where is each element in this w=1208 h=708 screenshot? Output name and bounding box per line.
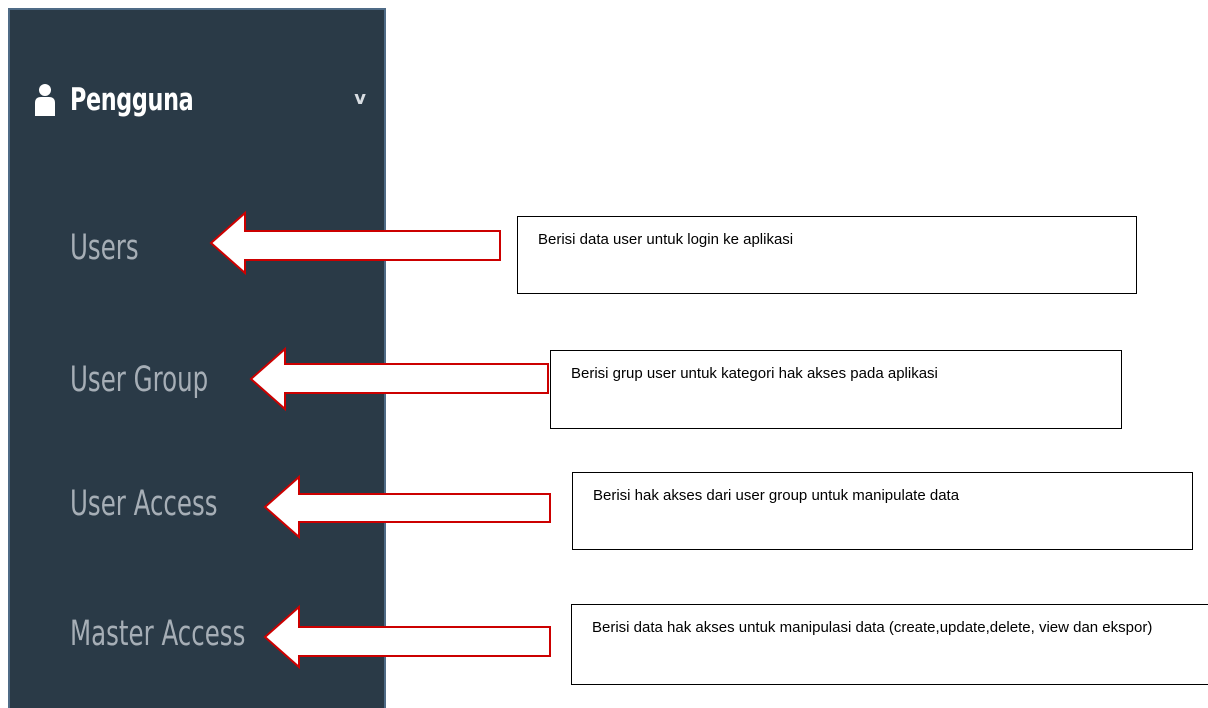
sidebar-item-users[interactable]: Users [70, 228, 139, 278]
sidebar-item-master-access[interactable]: Master Access [70, 614, 245, 664]
arrow-master-access [263, 604, 551, 670]
chevron-down-icon[interactable]: v [354, 88, 366, 109]
arrow-user-group [249, 346, 549, 412]
callout-master-access: Berisi data hak akses untuk manipulasi d… [571, 604, 1208, 685]
sidebar-item-user-access[interactable]: User Access [70, 484, 218, 534]
user-icon [35, 84, 55, 116]
arrow-user-access [263, 474, 551, 540]
sidebar-group-pengguna[interactable]: Pengguna v [34, 70, 374, 130]
arrow-users [209, 210, 501, 276]
sidebar-group-label: Pengguna [70, 82, 194, 118]
callout-users: Berisi data user untuk login ke aplikasi [517, 216, 1137, 294]
sidebar-item-user-group[interactable]: User Group [70, 360, 208, 410]
callout-user-access: Berisi hak akses dari user group untuk m… [572, 472, 1193, 550]
callout-user-group: Berisi grup user untuk kategori hak akse… [550, 350, 1122, 429]
